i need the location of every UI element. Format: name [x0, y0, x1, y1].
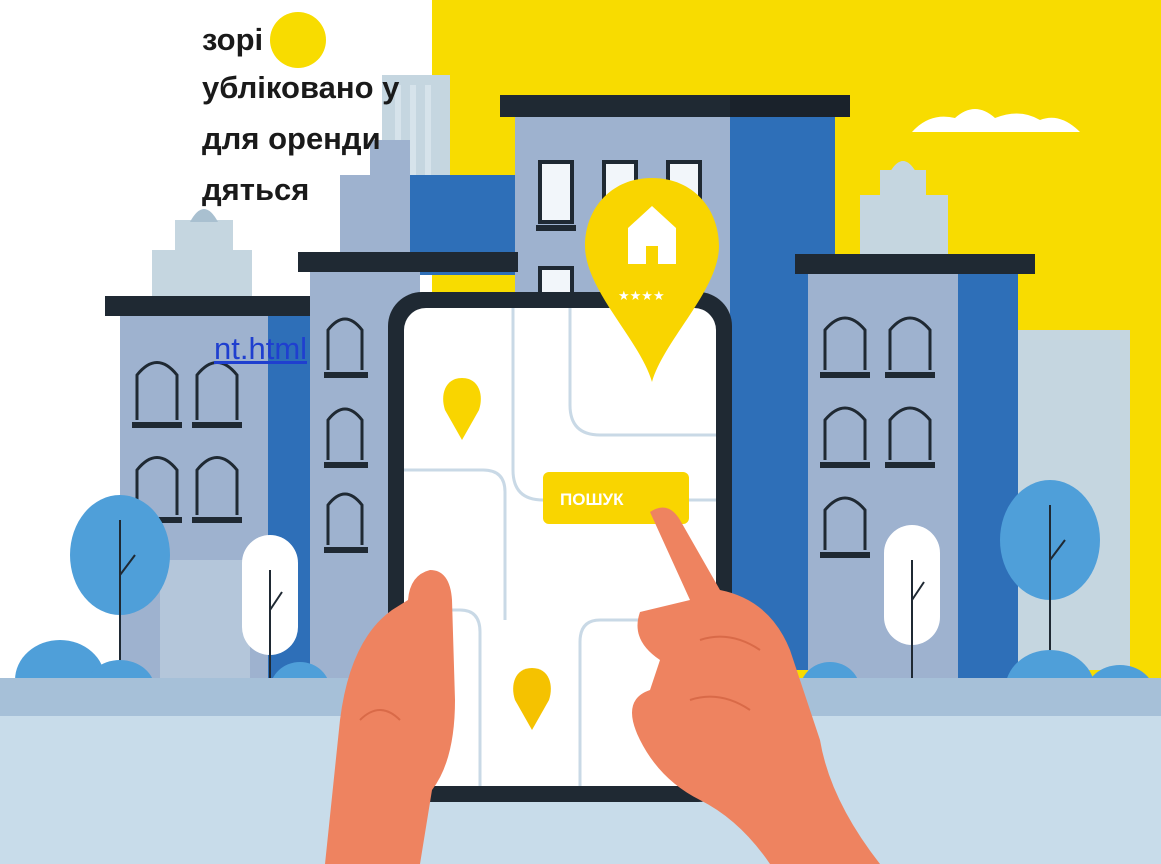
city-illustration: ПОШУК ★★★★ [0, 0, 1161, 864]
heading-line-1: зорі [202, 22, 264, 57]
sun-icon [270, 12, 326, 68]
illustration-canvas: ПОШУК ★★★★ зорі ублiковано у для оренди … [0, 0, 1161, 864]
search-button-label: ПОШУК [560, 490, 624, 509]
heading-line-4: дяться [202, 172, 310, 207]
rating-stars: ★★★★ [618, 289, 665, 304]
heading-line-2: ублiковано у [202, 70, 400, 105]
source-link[interactable]: nt.html [214, 331, 307, 367]
heading-line-3: для оренди [202, 121, 381, 156]
